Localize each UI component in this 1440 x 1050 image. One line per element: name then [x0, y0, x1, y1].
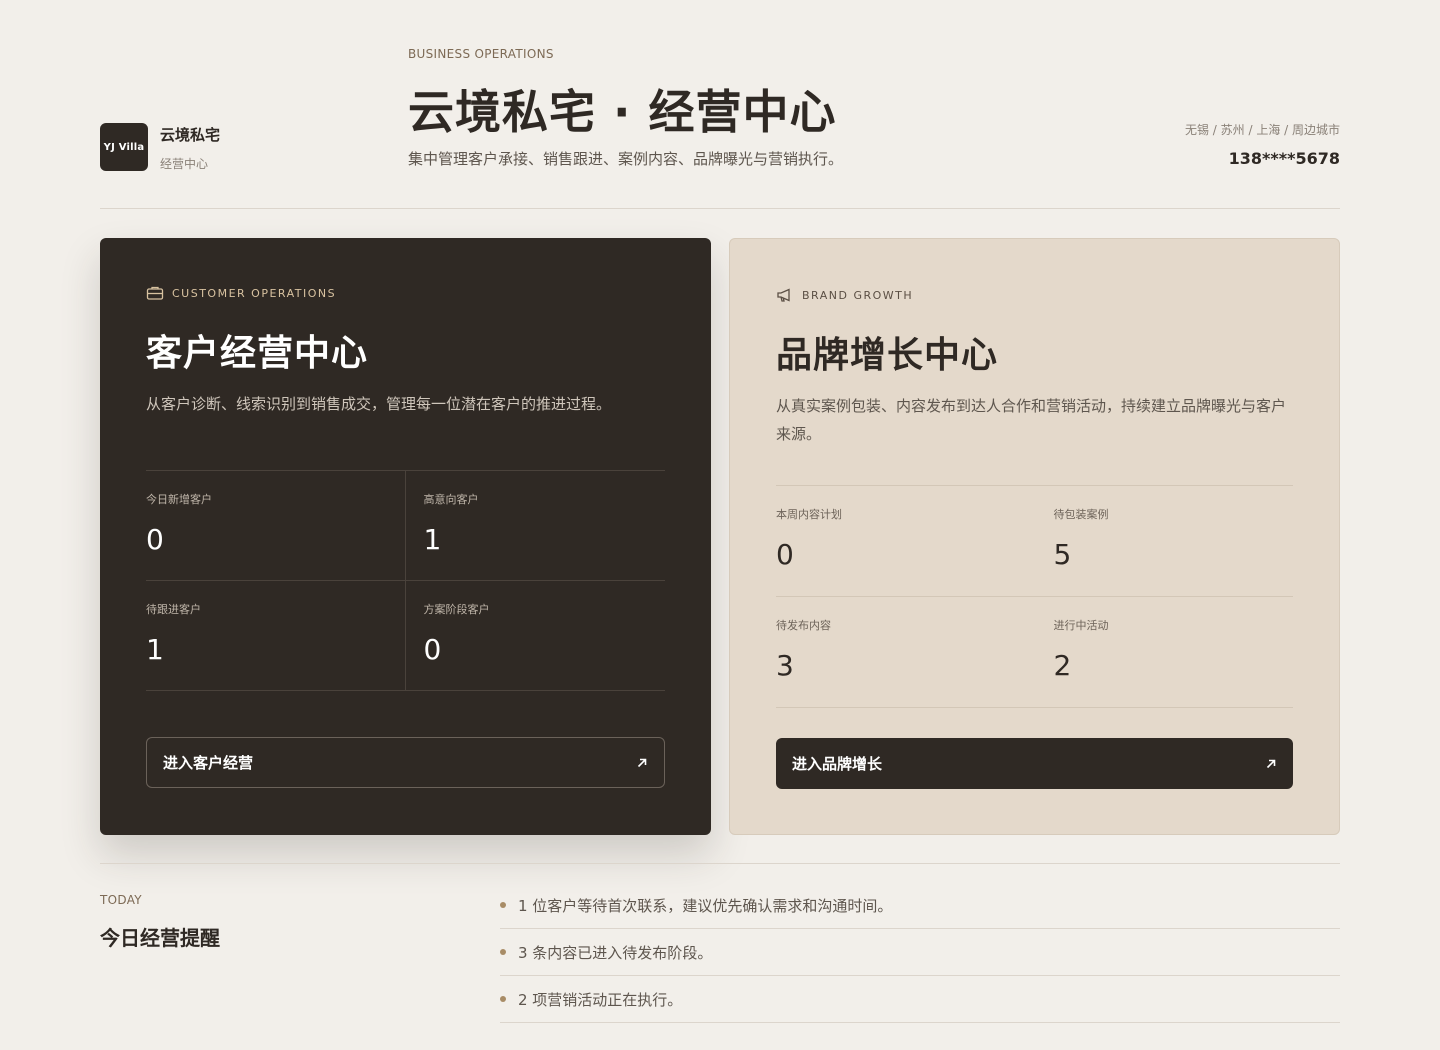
- card-title: 客户经营中心: [146, 333, 369, 374]
- card-description: 从真实案例包装、内容发布到达人合作和营销活动，持续建立品牌曝光与客户来源。: [776, 397, 1287, 443]
- reminder-text: 1 位客户等待首次联系，建议优先确认需求和沟通时间。: [518, 896, 893, 915]
- stat-content-to-publish: 待发布内容 3: [776, 597, 1035, 708]
- stat-value: 0: [146, 523, 164, 556]
- card-tag: CUSTOMER OPERATIONS: [146, 284, 665, 302]
- stat-value: 0: [423, 633, 442, 666]
- stat-follow-up: 待跟进客户 1: [146, 581, 406, 691]
- reminder-text: 3 条内容已进入待发布阶段。: [518, 943, 713, 962]
- card-tag-label: BRAND GROWTH: [802, 288, 914, 302]
- stat-weekly-content: 本周内容计划 0: [776, 486, 1035, 597]
- stat-label: 今日新增客户: [146, 493, 212, 506]
- button-label: 进入品牌增长: [792, 755, 883, 773]
- stat-label: 待包装案例: [1053, 508, 1109, 521]
- card-tag: BRAND GROWTH: [776, 286, 1293, 304]
- stat-high-intent: 高意向客户 1: [405, 471, 665, 581]
- page-subtitle: 集中管理客户承接、销售跟进、案例内容、品牌曝光与营销执行。: [408, 150, 844, 168]
- stat-value: 1: [423, 523, 442, 556]
- brand-growth-card: BRAND GROWTH 品牌增长中心 从真实案例包装、内容发布到达人合作和营销…: [729, 238, 1340, 835]
- logo[interactable]: YJ Villa: [100, 123, 148, 171]
- page-eyebrow: BUSINESS OPERATIONS: [408, 47, 554, 61]
- reminder-item[interactable]: 2 项营销活动正在执行。: [500, 976, 1340, 1023]
- today-title: 今日经营提醒: [100, 926, 220, 950]
- stat-label: 高意向客户: [423, 493, 479, 506]
- stats-grid: 今日新增客户 0 高意向客户 1 待跟进客户 1 方案阶段客户 0: [146, 470, 665, 691]
- stats-grid: 本周内容计划 0 待包装案例 5 待发布内容 3 进行中活动 2: [776, 485, 1293, 708]
- megaphone-icon: [777, 288, 790, 302]
- card-tag-label: CUSTOMER OPERATIONS: [172, 286, 337, 300]
- stat-value: 3: [776, 649, 794, 682]
- enter-customer-operations-button[interactable]: 进入客户经营: [146, 737, 665, 788]
- button-label: 进入客户经营: [163, 754, 254, 772]
- reminder-item[interactable]: 1 位客户等待首次联系，建议优先确认需求和沟通时间。: [500, 882, 1340, 929]
- stat-value: 0: [776, 538, 794, 571]
- stat-value: 5: [1053, 538, 1072, 571]
- briefcase-icon: [146, 286, 164, 300]
- card-description: 从客户诊断、线索识别到销售成交，管理每一位潜在客户的推进过程。: [146, 395, 612, 413]
- stat-new-customers: 今日新增客户 0: [146, 471, 406, 581]
- stat-value: 1: [146, 633, 164, 666]
- service-cities: 无锡 / 苏州 / 上海 / 周边城市: [1184, 123, 1340, 137]
- page-title: 云境私宅 · 经营中心: [408, 85, 837, 139]
- stat-value: 2: [1053, 649, 1072, 682]
- customer-operations-card: CUSTOMER OPERATIONS 客户经营中心 从客户诊断、线索识别到销售…: [100, 238, 711, 835]
- enter-brand-growth-button[interactable]: 进入品牌增长: [776, 738, 1293, 789]
- stat-label: 待跟进客户: [146, 603, 201, 616]
- divider: [100, 863, 1340, 864]
- brand-subtitle: 经营中心: [160, 157, 209, 171]
- stat-label: 方案阶段客户: [423, 603, 490, 616]
- stat-label: 本周内容计划: [776, 508, 842, 521]
- contact-phone: 138****5678: [1228, 149, 1340, 168]
- arrow-up-right-icon: [637, 758, 647, 767]
- bullet-dot: [500, 902, 506, 908]
- brand-name: 云境私宅: [160, 126, 221, 144]
- reminder-list: 1 位客户等待首次联系，建议优先确认需求和沟通时间。 3 条内容已进入待发布阶段…: [500, 882, 1340, 1023]
- today-eyebrow: TODAY: [100, 893, 142, 907]
- reminder-item[interactable]: 3 条内容已进入待发布阶段。: [500, 929, 1340, 976]
- arrow-up-right-icon: [1266, 759, 1276, 768]
- stat-cases-pending: 待包装案例 5: [1034, 486, 1293, 597]
- stat-label: 进行中活动: [1053, 619, 1109, 632]
- reminder-text: 2 项营销活动正在执行。: [518, 990, 683, 1009]
- card-title: 品牌增长中心: [776, 335, 999, 376]
- stat-label: 待发布内容: [776, 619, 831, 632]
- bullet-dot: [500, 996, 506, 1002]
- stat-active-campaigns: 进行中活动 2: [1034, 597, 1293, 708]
- divider: [100, 208, 1340, 209]
- bullet-dot: [500, 949, 506, 955]
- stat-proposal-stage: 方案阶段客户 0: [405, 581, 665, 691]
